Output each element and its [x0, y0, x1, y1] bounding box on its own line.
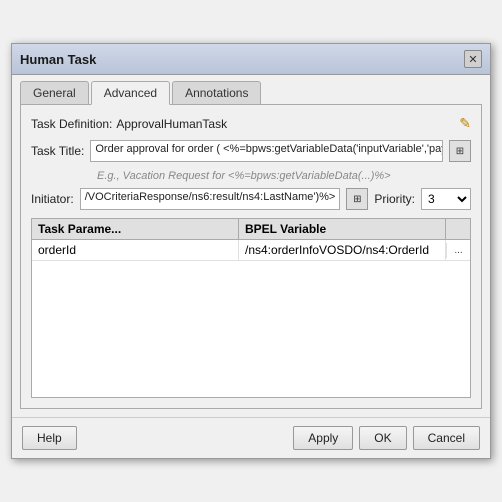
human-task-dialog: Human Task ✕ General Advanced Annotation…: [11, 43, 491, 459]
cancel-button[interactable]: Cancel: [413, 426, 480, 450]
dialog-title: Human Task: [20, 52, 96, 67]
tab-general[interactable]: General: [20, 81, 89, 104]
row-action-button[interactable]: ...: [446, 243, 470, 258]
priority-select[interactable]: 1 2 3 4 5: [421, 188, 471, 210]
task-title-browse-button[interactable]: ⊞: [449, 140, 471, 162]
apply-button[interactable]: Apply: [293, 426, 353, 450]
help-button[interactable]: Help: [22, 426, 77, 450]
column-header-variable: BPEL Variable: [239, 219, 446, 239]
content-panel: Task Definition: ApprovalHumanTask ✎ Tas…: [20, 104, 482, 409]
priority-label: Priority:: [374, 192, 415, 206]
bottom-bar: Help Apply OK Cancel: [12, 417, 490, 458]
close-button[interactable]: ✕: [464, 50, 482, 68]
param-cell: orderId: [32, 240, 239, 260]
initiator-browse-button[interactable]: ⊞: [346, 188, 368, 210]
table-header: Task Parame... BPEL Variable: [32, 219, 470, 240]
column-header-param: Task Parame...: [32, 219, 239, 239]
title-bar: Human Task ✕: [12, 44, 490, 75]
ellipsis-icon: ...: [454, 245, 462, 256]
task-definition-value: ApprovalHumanTask: [116, 117, 459, 131]
tab-annotations[interactable]: Annotations: [172, 81, 261, 104]
tab-advanced[interactable]: Advanced: [91, 81, 170, 105]
browse-icon: ⊞: [353, 194, 361, 205]
task-title-hint: E.g., Vacation Request for <%=bpws:getVa…: [97, 170, 471, 182]
table-row: orderId /ns4:orderInfoVOSDO/ns4:OrderId …: [32, 240, 470, 261]
task-title-input[interactable]: Order approval for order ( <%=bpws:getVa…: [90, 140, 443, 162]
task-parameters-table: Task Parame... BPEL Variable orderId /ns…: [31, 218, 471, 398]
ok-button[interactable]: OK: [359, 426, 406, 450]
task-title-row: Task Title: Order approval for order ( <…: [31, 140, 471, 162]
action-buttons: Apply OK Cancel: [293, 426, 480, 450]
edit-icon[interactable]: ✎: [459, 115, 471, 132]
tab-bar: General Advanced Annotations: [12, 75, 490, 104]
task-title-label: Task Title:: [31, 144, 84, 158]
initiator-input[interactable]: /VOCriteriaResponse/ns6:result/ns4:LastN…: [80, 188, 341, 210]
browse-icon: ⊞: [456, 146, 464, 157]
initiator-label: Initiator:: [31, 192, 74, 206]
variable-cell: /ns4:orderInfoVOSDO/ns4:OrderId: [239, 240, 446, 260]
task-definition-label: Task Definition:: [31, 117, 112, 131]
task-definition-row: Task Definition: ApprovalHumanTask ✎: [31, 115, 471, 132]
initiator-row: Initiator: /VOCriteriaResponse/ns6:resul…: [31, 188, 471, 210]
